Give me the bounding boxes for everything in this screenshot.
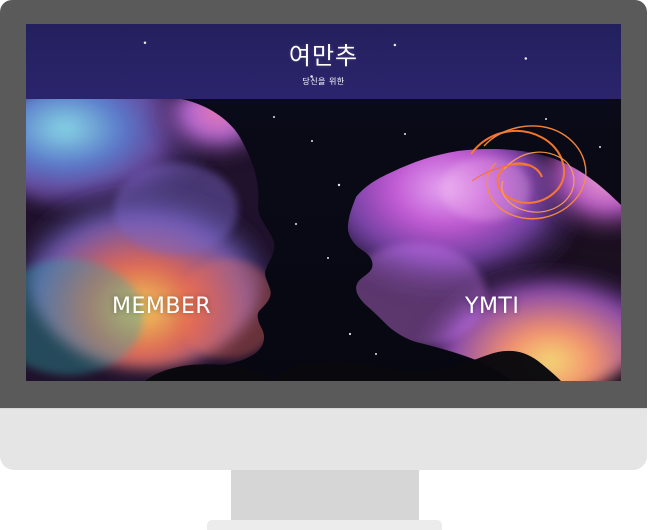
monitor-chin [0,408,647,470]
hero-image: MEMBER YMTI [26,99,621,381]
hero-illustration [26,99,621,381]
desktop-mockup: 여만추 당신을 위한 MEMBER YMTI [0,0,648,530]
website-screen: 여만추 당신을 위한 MEMBER YMTI [26,24,621,381]
ymti-link[interactable]: YMTI [465,294,519,319]
site-subtitle: 당신을 위한 [302,77,345,86]
header-banner: 여만추 당신을 위한 [26,24,621,99]
member-link[interactable]: MEMBER [112,294,211,319]
monitor-stand-base [207,520,442,530]
site-title: 여만추 [288,42,359,70]
